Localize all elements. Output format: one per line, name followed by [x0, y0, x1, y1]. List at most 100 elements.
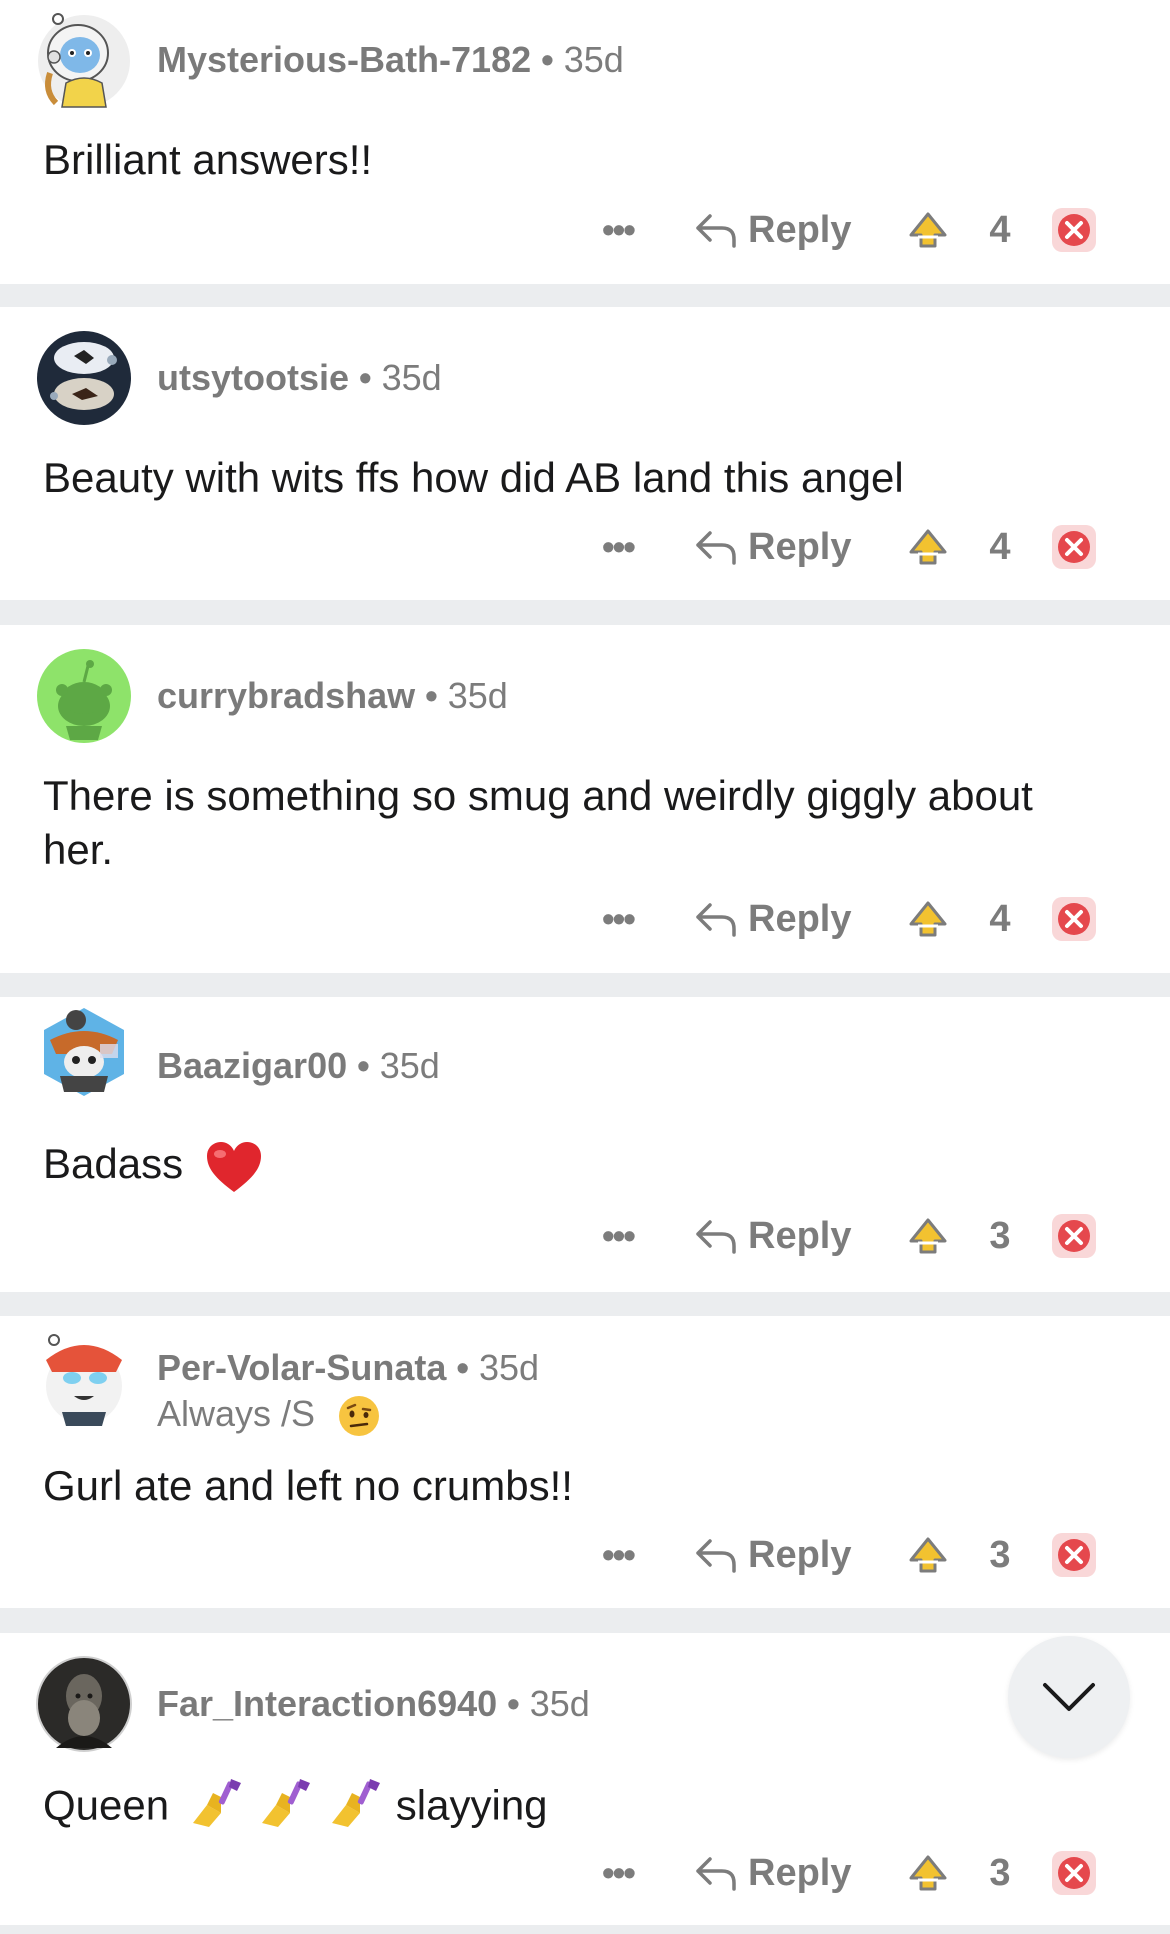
- comment-body-text: Badass: [43, 1140, 184, 1187]
- reply-label: Reply: [748, 208, 852, 251]
- downvote-x-icon: [1052, 1851, 1096, 1895]
- more-options-button[interactable]: •••: [602, 519, 636, 575]
- scroll-down-button[interactable]: [1008, 1636, 1130, 1758]
- reply-arrow-icon: [696, 1857, 736, 1891]
- username[interactable]: Far_Interaction6940: [157, 1683, 497, 1724]
- comment-body: Gurl ate and left no crumbs!!: [43, 1462, 573, 1509]
- separator-dot: •: [425, 675, 438, 716]
- more-options-button[interactable]: •••: [602, 202, 636, 258]
- upvote-arrow-icon: [909, 1218, 947, 1254]
- comment-card: Far_Interaction6940 • 35d Queen slayying •…: [0, 1633, 1170, 1925]
- more-options-button[interactable]: •••: [602, 1208, 636, 1264]
- reply-button[interactable]: Reply: [694, 1843, 851, 1903]
- reply-label: Reply: [748, 525, 852, 568]
- upvote-button[interactable]: [908, 1854, 948, 1892]
- vote-score: 3: [989, 1852, 1011, 1894]
- comment-actions: ••• Reply 3: [590, 1206, 1110, 1266]
- reply-label: Reply: [748, 1533, 852, 1576]
- downvote-x-icon: [1052, 897, 1096, 941]
- username[interactable]: utsytootsie: [157, 357, 349, 398]
- comment-meta: Per-Volar-Sunata • 35d: [157, 1346, 539, 1390]
- separator-dot: •: [507, 1683, 520, 1724]
- comment-actions: ••• Reply 4: [590, 517, 1110, 577]
- comment-meta: Mysterious-Bath-7182 • 35d: [157, 38, 624, 82]
- downvote-button[interactable]: [1050, 1531, 1098, 1579]
- more-options-button[interactable]: •••: [602, 1845, 636, 1901]
- avatar[interactable]: [36, 1330, 132, 1426]
- comment-meta: utsytootsie • 35d: [157, 356, 442, 400]
- separator-dot: •: [357, 1045, 370, 1086]
- comment-body: Queen slayying: [43, 1775, 1103, 1842]
- reply-arrow-icon: [696, 903, 736, 937]
- reply-arrow-icon: [696, 214, 736, 248]
- username[interactable]: Per-Volar-Sunata: [157, 1347, 446, 1388]
- downvote-x-icon: [1052, 1214, 1096, 1258]
- comment-card: Mysterious-Bath-7182 • 35d Brilliant answe…: [0, 0, 1170, 284]
- downvote-button[interactable]: [1050, 1212, 1098, 1260]
- username[interactable]: Baazigar00: [157, 1045, 347, 1086]
- comment-meta: currybradshaw • 35d: [157, 674, 508, 718]
- avatar[interactable]: [36, 13, 132, 109]
- downvote-x-icon: [1052, 208, 1096, 252]
- username[interactable]: Mysterious-Bath-7182: [157, 39, 531, 80]
- upvote-arrow-icon: [909, 901, 947, 937]
- nail-polish-emoji: [332, 1779, 381, 1827]
- downvote-button[interactable]: [1050, 206, 1098, 254]
- reply-label: Reply: [748, 1851, 852, 1894]
- upvote-button[interactable]: [908, 211, 948, 249]
- vote-score: 4: [989, 526, 1011, 568]
- comment-body: Brilliant answers!!: [43, 136, 373, 183]
- upvote-button[interactable]: [908, 1536, 948, 1574]
- reply-arrow-icon: [696, 531, 736, 565]
- comment-age: 35d: [379, 1045, 440, 1086]
- nail-polish-emoji: [192, 1779, 241, 1827]
- username[interactable]: currybradshaw: [157, 675, 415, 716]
- avatar[interactable]: [36, 648, 132, 744]
- comment-actions: ••• Reply 4: [590, 200, 1110, 260]
- reply-label: Reply: [748, 897, 852, 940]
- comment-body-suffix: slayying: [395, 1781, 548, 1829]
- separator-dot: •: [456, 1347, 470, 1388]
- reply-arrow-icon: [696, 1220, 736, 1254]
- comment-actions: ••• Reply 3: [590, 1525, 1110, 1585]
- comment-meta: Baazigar00 • 35d: [157, 1044, 440, 1088]
- downvote-x-icon: [1052, 525, 1096, 569]
- comment-card: Per-Volar-Sunata • 35d Always /S Gurl ate …: [0, 1316, 1170, 1608]
- separator-dot: •: [359, 357, 372, 398]
- nail-polish-emoji-group: [187, 1775, 384, 1842]
- reply-button[interactable]: Reply: [694, 200, 851, 260]
- reply-button[interactable]: Reply: [694, 1206, 851, 1266]
- upvote-arrow-icon: [909, 1855, 947, 1891]
- downvote-button[interactable]: [1050, 1849, 1098, 1897]
- reply-button[interactable]: Reply: [694, 1525, 851, 1585]
- vote-score: 4: [989, 898, 1011, 940]
- downvote-button[interactable]: [1050, 895, 1098, 943]
- comment-body-prefix: Queen: [43, 1781, 170, 1829]
- avatar[interactable]: [36, 1004, 132, 1100]
- upvote-arrow-icon: [909, 529, 947, 565]
- comment-body: Beauty with wits ffs how did AB land thi…: [43, 454, 904, 501]
- avatar[interactable]: [36, 330, 132, 426]
- comment-body: There is something so smug and weirdly g…: [43, 772, 1033, 873]
- comment-age: 35d: [563, 39, 624, 80]
- flair-text: Always /S: [157, 1393, 316, 1434]
- reply-button[interactable]: Reply: [694, 517, 851, 577]
- comment-card: currybradshaw • 35d There is something so …: [0, 625, 1170, 973]
- upvote-arrow-icon: [909, 1537, 947, 1573]
- nail-polish-emoji: [262, 1779, 311, 1827]
- reply-button[interactable]: Reply: [694, 889, 851, 949]
- avatar[interactable]: [36, 1656, 132, 1752]
- downvote-button[interactable]: [1050, 523, 1098, 571]
- upvote-button[interactable]: [908, 900, 948, 938]
- comment-body: Badass: [43, 1137, 1103, 1194]
- downvote-x-icon: [1052, 1533, 1096, 1577]
- red-heart-emoji: [206, 1141, 261, 1192]
- upvote-button[interactable]: [908, 528, 948, 566]
- more-options-button[interactable]: •••: [602, 1527, 636, 1583]
- comment-card: utsytootsie • 35d Beauty with wits ffs how…: [0, 307, 1170, 600]
- comment-age: 35d: [447, 675, 508, 716]
- upvote-button[interactable]: [908, 1217, 948, 1255]
- comment-actions: ••• Reply 3: [590, 1843, 1110, 1903]
- more-options-button[interactable]: •••: [602, 891, 636, 947]
- separator-dot: •: [541, 39, 554, 80]
